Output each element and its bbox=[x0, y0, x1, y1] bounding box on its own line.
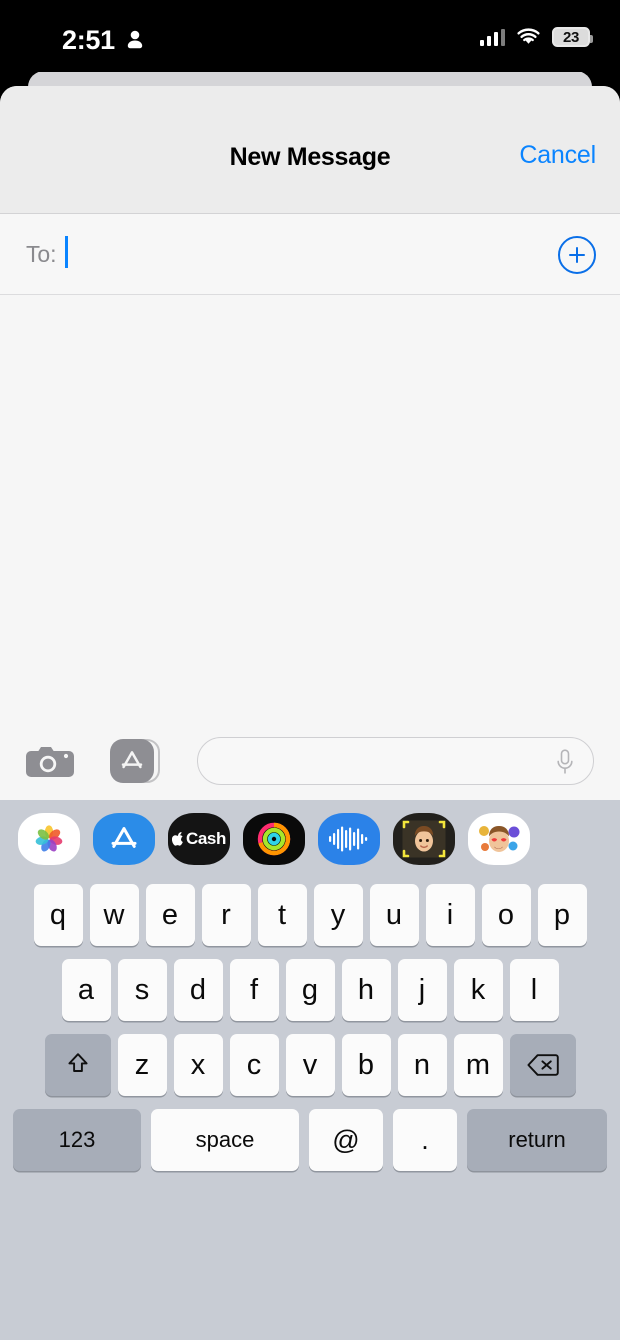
drawer-app-apple-cash[interactable]: Cash bbox=[168, 813, 230, 865]
key-b[interactable]: b bbox=[341, 1034, 391, 1096]
key-m[interactable]: m bbox=[453, 1034, 503, 1096]
recipient-field-row[interactable]: To: bbox=[0, 214, 620, 295]
key-n[interactable]: n bbox=[397, 1034, 447, 1096]
drawer-app-photos[interactable] bbox=[18, 813, 80, 865]
status-bar: 2:51 23 bbox=[0, 0, 620, 72]
text-cursor bbox=[65, 236, 68, 268]
shift-key[interactable] bbox=[44, 1034, 111, 1096]
battery-level-text: 23 bbox=[563, 28, 579, 46]
key-c[interactable]: c bbox=[229, 1034, 279, 1096]
drawer-app-app-store[interactable] bbox=[93, 813, 155, 865]
imessage-apps-icon[interactable] bbox=[110, 739, 160, 783]
memoji-icon bbox=[479, 826, 520, 852]
new-message-sheet: New Message Cancel To: Cash q w e r t y … bbox=[0, 86, 620, 1340]
microphone-icon[interactable] bbox=[555, 749, 575, 775]
cancel-button[interactable]: Cancel bbox=[519, 141, 596, 170]
wifi-icon bbox=[517, 28, 540, 44]
key-k[interactable]: k bbox=[453, 959, 503, 1021]
drawer-app-memoji-stickers[interactable] bbox=[393, 813, 455, 865]
key-a[interactable]: a bbox=[61, 959, 111, 1021]
key-t[interactable]: t bbox=[257, 884, 307, 946]
message-input-bar bbox=[0, 722, 620, 800]
key-y[interactable]: y bbox=[313, 884, 363, 946]
conversation-body bbox=[0, 295, 620, 722]
return-key[interactable]: return bbox=[467, 1109, 607, 1171]
drawer-app-memoji[interactable] bbox=[468, 813, 530, 865]
message-input-field[interactable] bbox=[197, 737, 594, 785]
battery-icon: 23 bbox=[552, 27, 593, 47]
key-w[interactable]: w bbox=[89, 884, 139, 946]
at-key[interactable]: @ bbox=[309, 1109, 383, 1171]
app-store-glyph bbox=[110, 739, 154, 783]
person-icon bbox=[127, 30, 143, 49]
numbers-key[interactable]: 123 bbox=[13, 1109, 141, 1171]
photos-app-icon bbox=[35, 825, 63, 852]
key-q[interactable]: q bbox=[33, 884, 83, 946]
key-o[interactable]: o bbox=[481, 884, 531, 946]
cellular-signal-icon bbox=[479, 28, 505, 46]
keyboard-row-2: a s d f g h j k l bbox=[0, 959, 620, 1021]
add-contact-button[interactable] bbox=[558, 236, 596, 274]
key-j[interactable]: j bbox=[397, 959, 447, 1021]
drawer-app-fitness[interactable] bbox=[243, 813, 305, 865]
memoji-stickers-icon bbox=[402, 820, 446, 858]
status-bar-indicators: 23 bbox=[479, 27, 593, 47]
navigation-bar: New Message Cancel bbox=[0, 86, 620, 214]
imessage-app-drawer: Cash bbox=[0, 800, 620, 878]
key-s[interactable]: s bbox=[117, 959, 167, 1021]
key-h[interactable]: h bbox=[341, 959, 391, 1021]
key-f[interactable]: f bbox=[229, 959, 279, 1021]
apple-cash-label: Cash bbox=[186, 829, 226, 848]
key-d[interactable]: d bbox=[173, 959, 223, 1021]
delete-backspace-icon bbox=[526, 1054, 559, 1076]
audio-waveform-icon bbox=[329, 826, 368, 852]
key-x[interactable]: x bbox=[173, 1034, 223, 1096]
keyboard-row-1: q w e r t y u i o p bbox=[0, 884, 620, 946]
iphone-screen: 2:51 23 New Message Cancel To: Cash q w … bbox=[0, 0, 620, 1340]
key-p[interactable]: p bbox=[537, 884, 587, 946]
key-v[interactable]: v bbox=[285, 1034, 335, 1096]
to-label: To: bbox=[26, 241, 57, 267]
shift-arrow-icon bbox=[67, 1053, 88, 1072]
key-l[interactable]: l bbox=[509, 959, 559, 1021]
software-keyboard: q w e r t y u i o p a s d f g h j k l z … bbox=[0, 878, 620, 1329]
status-bar-time: 2:51 bbox=[62, 25, 115, 55]
key-u[interactable]: u bbox=[369, 884, 419, 946]
delete-key[interactable] bbox=[509, 1034, 576, 1096]
keyboard-row-4: 123 space @ . return bbox=[0, 1109, 620, 1171]
activity-rings-icon bbox=[257, 822, 291, 856]
period-key[interactable]: . bbox=[393, 1109, 457, 1171]
space-key[interactable]: space bbox=[151, 1109, 299, 1171]
app-store-icon bbox=[111, 827, 137, 848]
keyboard-bottom-bar: XDA bbox=[0, 1329, 620, 1340]
keyboard-row-3: z x c v b n m bbox=[0, 1034, 620, 1096]
key-r[interactable]: r bbox=[201, 884, 251, 946]
key-g[interactable]: g bbox=[285, 959, 335, 1021]
camera-icon[interactable] bbox=[24, 744, 76, 778]
key-e[interactable]: e bbox=[145, 884, 195, 946]
key-i[interactable]: i bbox=[425, 884, 475, 946]
apple-cash-icon: Cash bbox=[172, 829, 226, 849]
drawer-app-audio-message[interactable] bbox=[318, 813, 380, 865]
key-z[interactable]: z bbox=[117, 1034, 167, 1096]
